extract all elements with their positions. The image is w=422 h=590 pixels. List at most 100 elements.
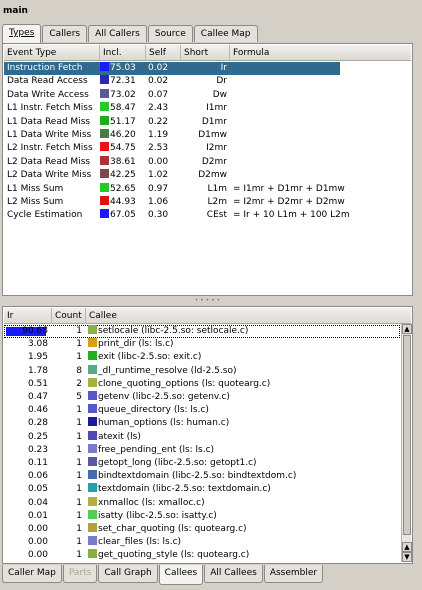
event-color-swatch xyxy=(100,182,109,192)
callee-row[interactable]: 0.06 1 bindtextdomain (libc-2.5.so: bindte… xyxy=(4,470,400,483)
event-row[interactable]: Data Read Access 72.31 0.02 Dr xyxy=(4,75,404,88)
event-name: L2 Data Read Miss xyxy=(7,156,91,167)
callee-name-cell: _dl_runtime_resolve (ld-2.5.so) xyxy=(86,364,396,378)
tab-all-callers[interactable]: All Callers xyxy=(88,25,147,42)
callee-row[interactable]: 1.78 8 _dl_runtime_resolve (ld-2.5.so) xyxy=(4,364,400,378)
col-incl[interactable]: Incl. xyxy=(100,45,146,61)
callee-count: 1 xyxy=(76,444,82,455)
event-self: 0.07 xyxy=(148,89,169,100)
callee-name-cell: human_options (ls: human.c) xyxy=(86,417,396,430)
event-color-swatch xyxy=(100,102,109,112)
splitter-handle[interactable]: • • • • • xyxy=(2,298,413,304)
event-row[interactable]: L1 Data Read Miss 51.17 0.22 D1mr xyxy=(4,115,404,129)
event-short: D2mr xyxy=(201,156,227,167)
event-row[interactable]: Instruction Fetch 75.03 0.02 Ir xyxy=(4,62,340,76)
event-row[interactable]: L1 Instr. Fetch Miss 58.47 2.43 I1mr xyxy=(4,102,404,115)
event-short: Ir xyxy=(220,63,227,73)
callee-row[interactable]: 0.46 1 queue_directory (ls: ls.c) xyxy=(4,404,400,417)
event-row[interactable]: L2 Data Read Miss 38.61 0.00 D2mr xyxy=(4,155,404,169)
callee-row[interactable]: 1.95 1 exit (libc-2.5.so: exit.c) xyxy=(4,351,400,364)
event-short: L1m xyxy=(207,183,227,194)
callee-count: 1 xyxy=(76,550,82,561)
tab-call-graph[interactable]: Call Graph xyxy=(98,565,158,583)
callee-count: 1 xyxy=(76,352,82,363)
callee-count: 8 xyxy=(76,365,82,376)
event-incl-cell: 72.31 xyxy=(100,75,146,88)
event-self: 2.43 xyxy=(148,103,169,114)
scroll-up-icon-2[interactable]: ▲ xyxy=(402,542,412,552)
tab-source[interactable]: Source xyxy=(147,25,193,42)
callee-count: 2 xyxy=(76,378,82,389)
tab-callees[interactable]: Callees xyxy=(158,565,204,585)
event-short: L2m xyxy=(207,197,227,207)
callee-row[interactable]: 0.01 1 isatty (libc-2.5.so: isatty.c) xyxy=(4,509,400,523)
event-row[interactable]: Cycle Estimation 67.05 0.30 CEst = Ir + 10 L… xyxy=(4,209,404,222)
scroll-thumb[interactable] xyxy=(403,335,411,535)
event-color-swatch xyxy=(100,129,109,138)
callee-color-swatch xyxy=(88,470,97,480)
col-formula[interactable]: Formula xyxy=(230,45,413,61)
event-color-swatch xyxy=(100,196,109,205)
col-event-type[interactable]: Event Type xyxy=(4,45,100,61)
callee-row[interactable]: 0.00 1 set_char_quoting (ls: quotearg.c) xyxy=(4,523,400,536)
tab-caller-map[interactable]: Caller Map xyxy=(2,565,62,583)
event-incl: 58.47 xyxy=(110,103,136,114)
callee-name: human_options (ls: human.c) xyxy=(98,418,230,429)
callee-count: 1 xyxy=(76,484,82,495)
callee-color-swatch xyxy=(88,338,97,348)
event-row[interactable]: L2 Data Write Miss 42.25 1.02 D2mw xyxy=(4,169,404,182)
callee-count: 1 xyxy=(76,405,82,416)
event-self: 0.02 xyxy=(148,76,169,87)
tab-all-callees[interactable]: All Callees xyxy=(204,565,263,583)
callee-row[interactable]: 0.28 1 human_options (ls: human.c) xyxy=(4,417,400,430)
callee-color-swatch xyxy=(88,496,97,506)
callee-name: bindtextdomain (libc-2.5.so: bindtextdom… xyxy=(98,471,297,482)
callee-row[interactable]: 0.04 1 xnmalloc (ls: xmalloc.c) xyxy=(4,496,400,510)
callee-ir: 0.01 xyxy=(27,510,48,521)
callee-count: 1 xyxy=(76,326,82,336)
callee-row[interactable]: 0.25 1 atexit (ls) xyxy=(4,430,400,444)
col-ir[interactable]: Ir xyxy=(4,308,52,324)
callee-row[interactable]: 0.05 1 textdomain (libc-2.5.so: textdomain… xyxy=(4,483,400,496)
callee-color-swatch xyxy=(88,430,97,440)
tab-parts: Parts xyxy=(62,565,98,583)
callee-row[interactable]: 0.00 1 clear_files (ls: ls.c) xyxy=(4,536,400,549)
callee-name-cell: setlocale (libc-2.5.so: setlocale.c) xyxy=(86,325,396,338)
event-incl-cell: 46.20 xyxy=(100,129,146,142)
callee-name: queue_directory (ls: ls.c) xyxy=(98,405,209,416)
callee-row[interactable]: 0.00 1 get_quoting_style (ls: quotearg.c) xyxy=(4,549,400,562)
event-self: 1.02 xyxy=(148,170,169,181)
callee-scrollbar[interactable]: ▲ ▲ ▼ xyxy=(401,324,412,562)
event-self: 1.06 xyxy=(148,197,169,207)
tab-callee-map[interactable]: Callee Map xyxy=(193,25,258,42)
event-short: CEst xyxy=(206,210,227,221)
col-short[interactable]: Short xyxy=(181,45,230,61)
event-color-swatch xyxy=(100,142,109,152)
callee-row[interactable]: 0.11 1 getopt_long (libc-2.5.so: getopt1.c… xyxy=(4,457,400,470)
callee-ir: 90.68 xyxy=(22,326,48,336)
event-incl: 51.17 xyxy=(110,116,136,127)
callee-row[interactable]: 0.47 5 getenv (libc-2.5.so: getenv.c) xyxy=(4,391,400,404)
callee-row[interactable]: 0.51 2 clone_quoting_options (ls: quotearg… xyxy=(4,377,400,391)
scroll-down-icon[interactable]: ▼ xyxy=(402,552,412,562)
callee-row[interactable]: 0.23 1 free_pending_ent (ls: ls.c) xyxy=(4,443,400,457)
col-self[interactable]: Self xyxy=(146,45,181,61)
col-count[interactable]: Count xyxy=(52,308,86,324)
scroll-up-icon[interactable]: ▲ xyxy=(402,324,412,334)
col-callee[interactable]: Callee xyxy=(86,308,402,324)
event-row[interactable]: L2 Miss Sum 44.93 1.06 L2m = I2mr + D2mr + D… xyxy=(4,196,404,209)
tab-callers[interactable]: Callers xyxy=(42,25,88,42)
tab-types[interactable]: Types xyxy=(2,24,42,43)
callee-row[interactable]: 3.08 1 print_dir (ls: ls.c) xyxy=(4,338,400,351)
callee-color-swatch xyxy=(88,325,97,334)
event-row[interactable]: L1 Miss Sum 52.65 0.97 L1m = I1mr + D1mr + D… xyxy=(4,182,404,196)
event-short: I2mr xyxy=(206,143,227,154)
event-incl: 75.03 xyxy=(110,63,136,73)
tab-assembler[interactable]: Assembler xyxy=(263,565,324,583)
event-row[interactable]: Data Write Access 73.02 0.07 Dw xyxy=(4,88,404,102)
event-row[interactable]: L2 Instr. Fetch Miss 54.75 2.53 I2mr xyxy=(4,142,404,155)
callee-row[interactable]: 90.68 1 setlocale (libc-2.5.so: setlocale.… xyxy=(4,325,400,339)
event-row[interactable]: L1 Data Write Miss 46.20 1.19 D1mw xyxy=(4,129,404,142)
event-name: L1 Instr. Fetch Miss xyxy=(7,103,93,114)
callee-name: set_char_quoting (ls: quotearg.c) xyxy=(98,524,247,534)
